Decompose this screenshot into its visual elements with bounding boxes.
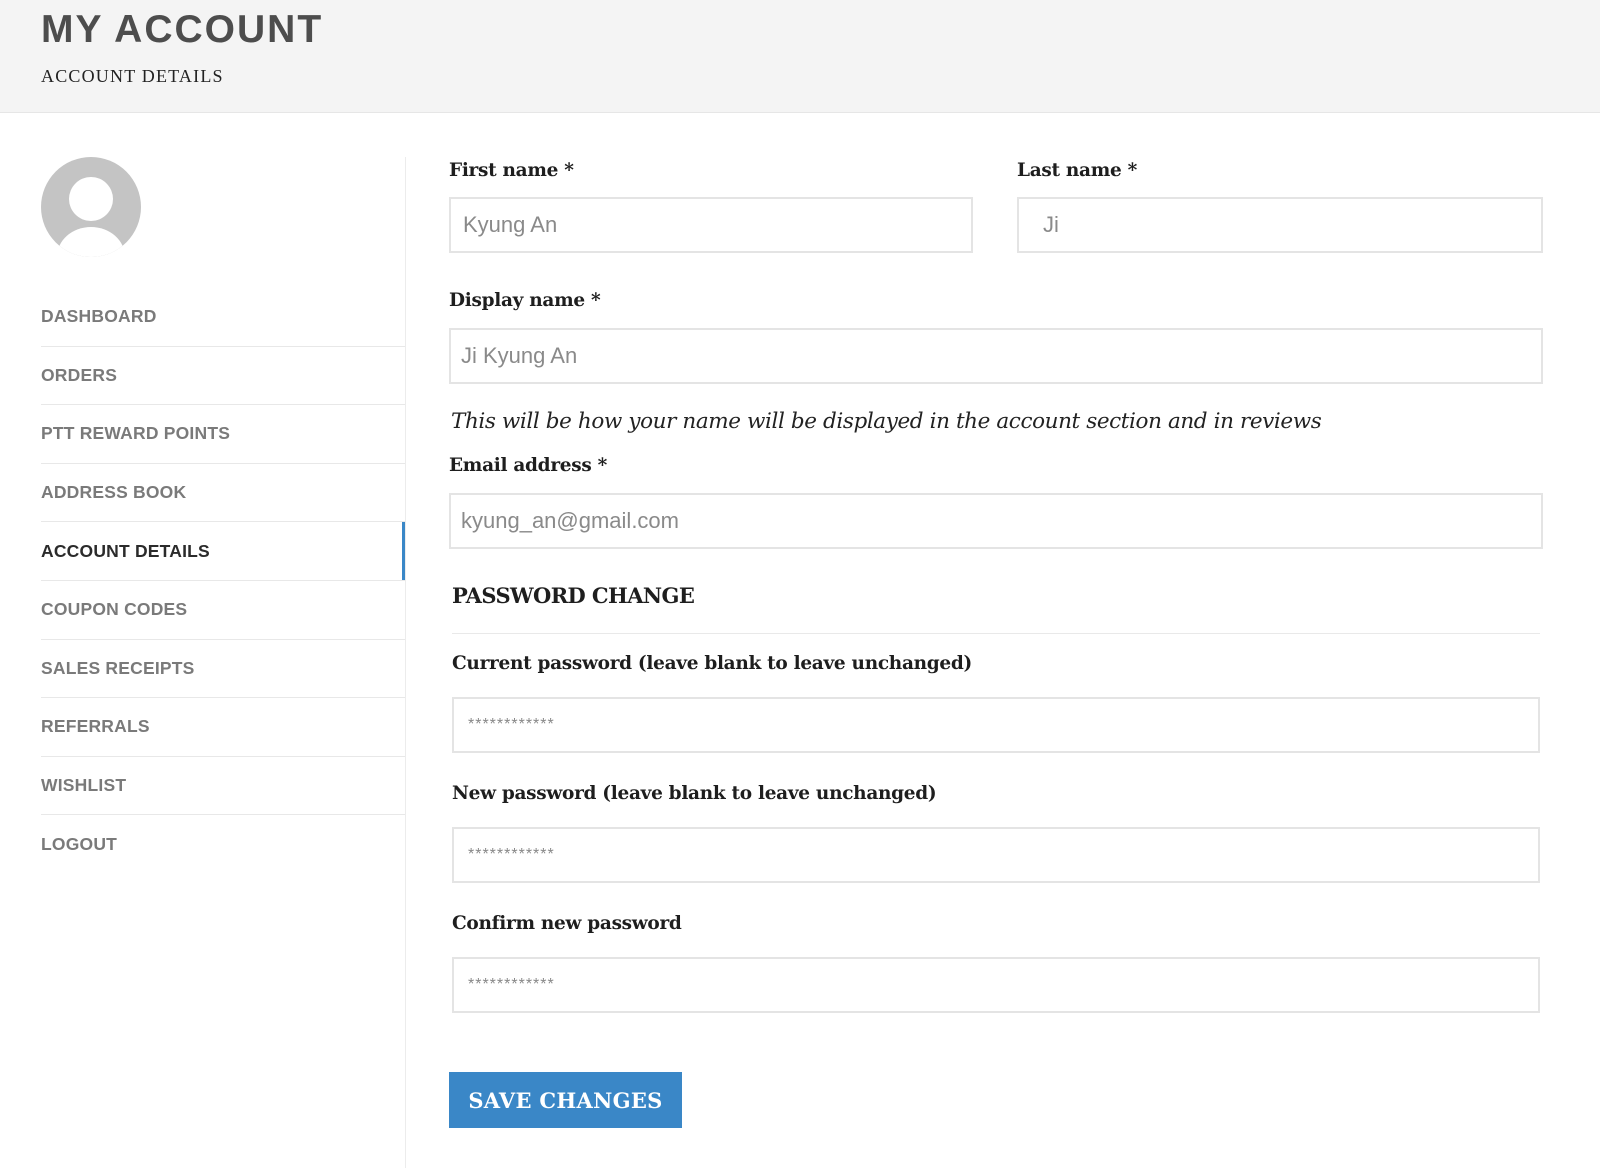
password-change-heading: PASSWORD CHANGE (452, 583, 695, 608)
user-avatar-icon (41, 157, 141, 257)
last-name-label: Last name * (1017, 160, 1137, 181)
current-password-field-wrap (452, 697, 1540, 753)
save-changes-button[interactable]: SAVE CHANGES (449, 1072, 682, 1128)
new-password-field-wrap (452, 827, 1540, 883)
email-label: Email address * (449, 455, 607, 476)
sidebar-item-address-book[interactable]: ADDRESS BOOK (41, 464, 405, 523)
confirm-password-field-wrap (452, 957, 1540, 1013)
sidebar-divider (405, 157, 406, 1168)
current-password-input[interactable] (454, 699, 1538, 751)
confirm-password-input[interactable] (454, 959, 1538, 1011)
last-name-input[interactable] (1019, 199, 1541, 251)
current-password-label: Current password (leave blank to leave u… (452, 653, 972, 674)
sidebar-item-orders[interactable]: ORDERS (41, 347, 405, 406)
email-field-wrap (449, 493, 1543, 549)
password-section-divider (452, 633, 1540, 634)
new-password-input[interactable] (454, 829, 1538, 881)
sidebar-item-referrals[interactable]: REFERRALS (41, 698, 405, 757)
page-header: MY ACCOUNT ACCOUNT DETAILS (0, 0, 1600, 113)
first-name-field-wrap (449, 197, 973, 253)
display-name-field-wrap (449, 328, 1543, 384)
sidebar-item-coupon-codes[interactable]: COUPON CODES (41, 581, 405, 640)
email-input[interactable] (451, 495, 1541, 547)
sidebar-item-dashboard[interactable]: DASHBOARD (41, 288, 405, 347)
sidebar-item-logout[interactable]: LOGOUT (41, 815, 405, 874)
confirm-password-label: Confirm new password (452, 913, 682, 934)
new-password-label: New password (leave blank to leave uncha… (452, 783, 937, 804)
display-name-input[interactable] (451, 330, 1541, 382)
last-name-field-wrap (1017, 197, 1543, 253)
page-subtitle: ACCOUNT DETAILS (41, 66, 224, 86)
page-title: MY ACCOUNT (41, 8, 324, 51)
first-name-input[interactable] (451, 199, 971, 251)
display-name-hint: This will be how your name will be displ… (451, 409, 1322, 434)
sidebar-item-reward-points[interactable]: PTT REWARD POINTS (41, 405, 405, 464)
sidebar-item-sales-receipts[interactable]: SALES RECEIPTS (41, 640, 405, 699)
account-nav: DASHBOARD ORDERS PTT REWARD POINTS ADDRE… (41, 288, 406, 874)
display-name-label: Display name * (449, 290, 601, 311)
sidebar-item-account-details[interactable]: ACCOUNT DETAILS (41, 522, 406, 581)
first-name-label: First name * (449, 160, 574, 181)
sidebar-item-wishlist[interactable]: WISHLIST (41, 757, 405, 816)
